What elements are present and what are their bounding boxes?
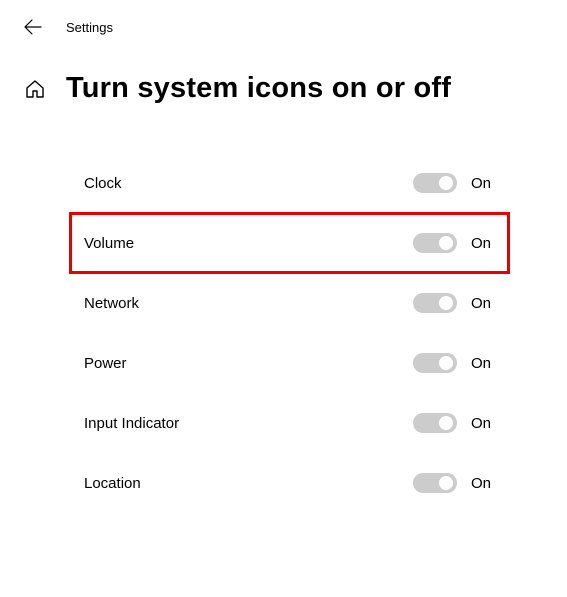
toggle-knob <box>439 176 453 190</box>
setting-row-power: Power On <box>70 333 509 393</box>
toggle-group: On <box>413 413 499 433</box>
setting-label: Volume <box>84 235 134 252</box>
toggle-state-label: On <box>471 235 499 252</box>
toggle-switch[interactable] <box>413 473 457 493</box>
toggle-group: On <box>413 173 499 193</box>
setting-label: Network <box>84 295 139 312</box>
setting-row-volume: Volume On <box>70 213 509 273</box>
setting-row-clock: Clock On <box>70 153 509 213</box>
toggle-state-label: On <box>471 415 499 432</box>
toggle-switch[interactable] <box>413 233 457 253</box>
setting-row-network: Network On <box>70 273 509 333</box>
header-title: Settings <box>66 20 113 35</box>
toggle-knob <box>439 416 453 430</box>
page-title: Turn system icons on or off <box>66 72 451 105</box>
arrow-left-icon <box>24 18 42 36</box>
setting-label: Input Indicator <box>84 415 179 432</box>
settings-list: ClockOnVolumeOnNetworkOnPowerOnInput Ind… <box>0 105 567 513</box>
toggle-state-label: On <box>471 175 499 192</box>
toggle-state-label: On <box>471 295 499 312</box>
toggle-group: On <box>413 233 499 253</box>
home-icon <box>24 78 46 100</box>
toggle-switch[interactable] <box>413 173 457 193</box>
toggle-knob <box>439 356 453 370</box>
toggle-switch[interactable] <box>413 353 457 373</box>
toggle-state-label: On <box>471 355 499 372</box>
toggle-switch[interactable] <box>413 413 457 433</box>
title-row: Turn system icons on or off <box>0 36 567 105</box>
home-button[interactable] <box>24 78 46 100</box>
toggle-switch[interactable] <box>413 293 457 313</box>
toggle-knob <box>439 236 453 250</box>
toggle-group: On <box>413 473 499 493</box>
toggle-knob <box>439 296 453 310</box>
back-button[interactable] <box>24 18 42 36</box>
toggle-group: On <box>413 353 499 373</box>
toggle-state-label: On <box>471 475 499 492</box>
window-header: Settings <box>0 0 567 36</box>
setting-label: Power <box>84 355 127 372</box>
setting-row-location: Location On <box>70 453 509 513</box>
toggle-group: On <box>413 293 499 313</box>
toggle-knob <box>439 476 453 490</box>
setting-row-input-indicator: Input Indicator On <box>70 393 509 453</box>
setting-label: Clock <box>84 175 122 192</box>
setting-label: Location <box>84 475 141 492</box>
